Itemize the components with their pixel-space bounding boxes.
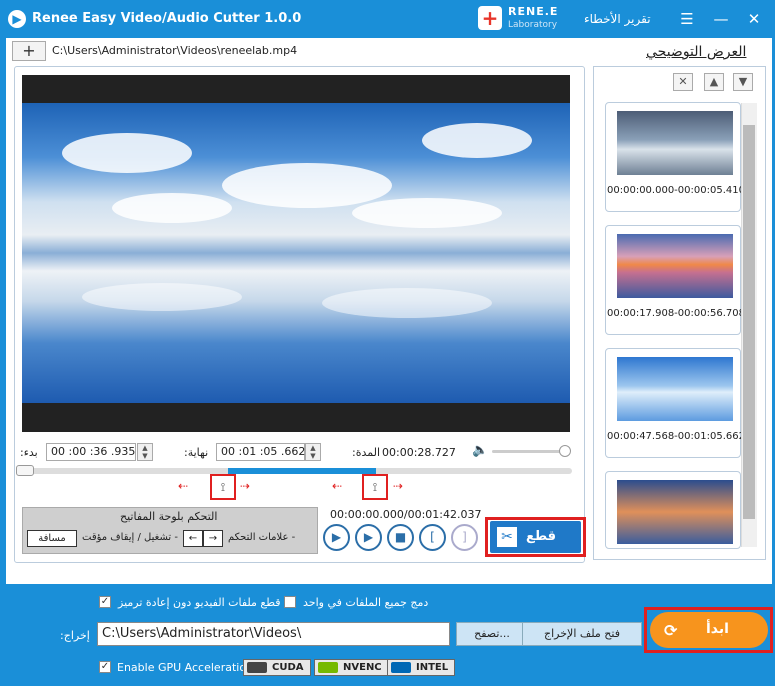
playhead-knob[interactable] (16, 465, 34, 476)
app-title: Renee Easy Video/Audio Cutter 1.0.0 (32, 11, 302, 26)
report-errors-link[interactable]: تقرير الأخطاء (584, 12, 651, 26)
browse-button[interactable]: تصفح... (456, 622, 528, 646)
gpu-checkbox[interactable]: ✓ (99, 661, 111, 673)
cuda-label: CUDA (272, 662, 304, 673)
duration-value: 00:00:28.727 (382, 446, 456, 459)
intel-label: INTEL (416, 662, 449, 673)
start-button[interactable]: ⟳ ابدأ (650, 612, 768, 648)
segment-thumbnail[interactable] (605, 471, 741, 549)
duration-label: :المدة (352, 446, 381, 459)
right-key: → (203, 530, 223, 547)
video-player[interactable] (22, 75, 570, 432)
video-frame (22, 103, 570, 403)
start-marker-handle[interactable]: ⟟ (210, 474, 236, 500)
cut-no-reencode-checkbox[interactable]: ✓ (99, 596, 111, 608)
minimize-button[interactable]: — (710, 8, 732, 30)
start-button-label: ابدأ (706, 621, 729, 637)
markers-label: علامات التحكم - (228, 532, 296, 543)
menu-icon[interactable]: ☰ (676, 8, 698, 30)
volume-icon[interactable]: 🔈 (472, 443, 488, 458)
intel-badge: INTEL (387, 659, 456, 676)
start-time-input[interactable]: 00 :00 :36 .935 (46, 443, 136, 461)
nvenc-badge: NVENC (314, 659, 389, 676)
arrow-right-icon: ⇢ (393, 479, 404, 493)
segment-thumbnail[interactable]: 00:00:17.908-00:00:56.708 (605, 225, 745, 335)
end-time-input[interactable]: 00 :01 :05 .662 (216, 443, 305, 461)
output-label: :إخراج (60, 629, 90, 642)
nvenc-label: NVENC (343, 662, 382, 673)
play-icon[interactable]: ▶ (323, 524, 350, 551)
segment-caption: 00:00:17.908-00:00:56.708 (607, 308, 745, 319)
delete-segment-button[interactable]: ✕ (673, 73, 693, 91)
refresh-icon: ⟳ (664, 621, 678, 640)
add-file-button[interactable]: + (12, 41, 46, 61)
play-segment-icon[interactable]: ▶ (355, 524, 382, 551)
scissors-icon: ✂ (497, 527, 517, 547)
cuda-badge: CUDA (243, 659, 311, 676)
output-path-input[interactable]: C:\Users\Administrator\Videos\ (97, 622, 450, 646)
close-button[interactable]: ✕ (743, 8, 765, 30)
arrow-left-icon: ⇠ (332, 479, 343, 493)
play-pause-label: تشغيل / إيقاف مؤقت - (82, 532, 178, 543)
thumbnail-image (617, 357, 733, 421)
left-key: ← (183, 530, 203, 547)
preview-label: العرض التوضيحي (646, 44, 747, 60)
thumbnail-image (617, 234, 733, 298)
move-up-button[interactable]: ▲ (704, 73, 724, 91)
cut-button-label: قطع (526, 529, 557, 544)
renee-logo: + RENE.E Laboratory (478, 4, 570, 34)
move-down-button[interactable]: ▼ (733, 73, 753, 91)
thumbnail-image (617, 480, 733, 544)
gpu-label: Enable GPU Acceleration (117, 661, 254, 674)
arrow-left-icon: ⇠ (178, 479, 189, 493)
open-output-folder-button[interactable]: فتح ملف الإخراج (522, 622, 642, 646)
volume-knob[interactable] (559, 445, 571, 457)
cut-button[interactable]: ✂ قطع (490, 521, 581, 553)
mark-end-icon[interactable]: ] (451, 524, 478, 551)
segment-caption: 00:00:47.568-00:01:05.662 (607, 431, 745, 442)
cut-no-reencode-label: قطع ملفات الفيديو دون إعادة ترميز (118, 596, 281, 609)
segment-thumbnail[interactable]: 00:00:00.000-00:00:05.410 (605, 102, 745, 212)
timeline-selection (228, 468, 376, 474)
segment-thumbnail[interactable]: 00:00:47.568-00:01:05.662 (605, 348, 745, 458)
app-icon: ▶ (8, 10, 26, 28)
position-readout: 00:00:00.000/00:01:42.037 (330, 508, 482, 521)
keyboard-control-title: التحكم بلوحة المفاتيح (120, 510, 218, 523)
end-label: :نهاية (184, 446, 209, 459)
start-time-stepper[interactable]: ▲ ▼ (137, 443, 153, 461)
stop-icon[interactable]: ■ (387, 524, 414, 551)
space-key: مسافة (27, 530, 77, 547)
start-label: :بدء (20, 446, 38, 459)
thumbnail-image (617, 111, 733, 175)
merge-label: دمج جميع الملفات في واحد (303, 596, 429, 609)
segment-caption: 00:00:00.000-00:00:05.410 (607, 185, 745, 196)
end-time-stepper[interactable]: ▲ ▼ (305, 443, 321, 461)
logo-sub: Laboratory (508, 20, 558, 30)
arrow-right-icon: ⇢ (240, 479, 251, 493)
merge-checkbox[interactable] (284, 596, 296, 608)
segments-scroll-thumb[interactable] (743, 125, 755, 519)
file-path: C:\Users\Administrator\Videos\reneelab.m… (52, 44, 298, 57)
end-marker-handle[interactable]: ⟟ (362, 474, 388, 500)
mark-start-icon[interactable]: [ (419, 524, 446, 551)
logo-brand: RENE.E (508, 5, 559, 18)
